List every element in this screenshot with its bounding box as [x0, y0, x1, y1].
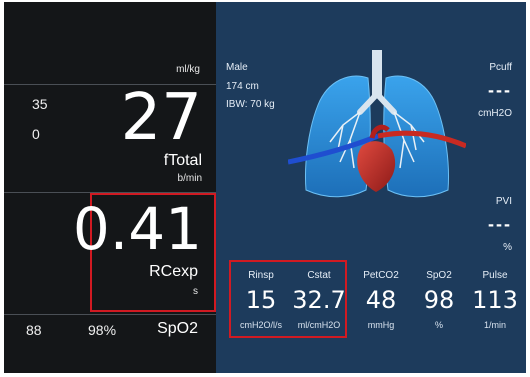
spo2-upper-limit: 88 [26, 322, 42, 338]
rcexp-label: RCexp [149, 263, 198, 280]
cstat-value[interactable]: 32.7 [292, 286, 346, 314]
pcuff-value[interactable]: --- [488, 80, 512, 101]
ftotal-label: fTotal [163, 152, 202, 169]
resp-lower-limit: 0 [32, 126, 40, 142]
monitor-frame: ml/kg 35 0 27 fTotal b/min 0.41 RCexp s … [0, 0, 530, 377]
pvi-value[interactable]: --- [488, 214, 512, 235]
rinsp-unit: cmH2O/l/s [239, 320, 282, 330]
resp-upper-limit: 35 [32, 96, 48, 112]
petco2-value[interactable]: 48 [356, 286, 406, 314]
cstat-label: Cstat [307, 270, 331, 281]
divider [4, 314, 216, 315]
pulse-unit: 1/min [483, 320, 506, 330]
rcexp-unit: s [193, 286, 198, 297]
rinsp-value[interactable]: 15 [236, 286, 286, 314]
pulse-value[interactable]: 113 [470, 286, 520, 314]
spo2-param-value[interactable]: 98 [416, 286, 462, 314]
spo2-percent: 98% [88, 322, 117, 338]
cstat-unit: ml/cmH2O [297, 320, 341, 330]
spo2-param-unit: % [434, 320, 443, 330]
lungs-heart-icon [288, 50, 466, 198]
patient-ibw: IBW: 70 kg [226, 99, 275, 110]
pulse-label: Pulse [482, 270, 508, 281]
ftotal-value[interactable]: 27 [121, 82, 202, 154]
pcuff-unit: cmH2O [478, 108, 512, 119]
pvi-label: PVI [495, 196, 512, 207]
pvi-unit: % [503, 242, 512, 253]
patient-sex: Male [226, 62, 248, 73]
pcuff-label: Pcuff [489, 62, 512, 73]
top-unit: ml/kg [176, 64, 200, 75]
spo2-param-label: SpO2 [426, 270, 452, 281]
ventilator-screen: ml/kg 35 0 27 fTotal b/min 0.41 RCexp s … [4, 2, 526, 373]
rcexp-value[interactable]: 0.41 [73, 196, 202, 262]
spo2-label: SpO2 [157, 320, 198, 337]
rinsp-label: Rinsp [248, 270, 274, 281]
patient-height: 174 cm [226, 81, 259, 92]
left-parameter-panel: ml/kg 35 0 27 fTotal b/min 0.41 RCexp s … [4, 2, 216, 373]
right-display-panel: Male 174 cm IBW: 70 kg Pcuff --- cmH2O P… [216, 2, 526, 373]
ftotal-unit: b/min [177, 173, 202, 184]
petco2-label: PetCO2 [363, 270, 399, 281]
petco2-unit: mmHg [367, 320, 395, 330]
